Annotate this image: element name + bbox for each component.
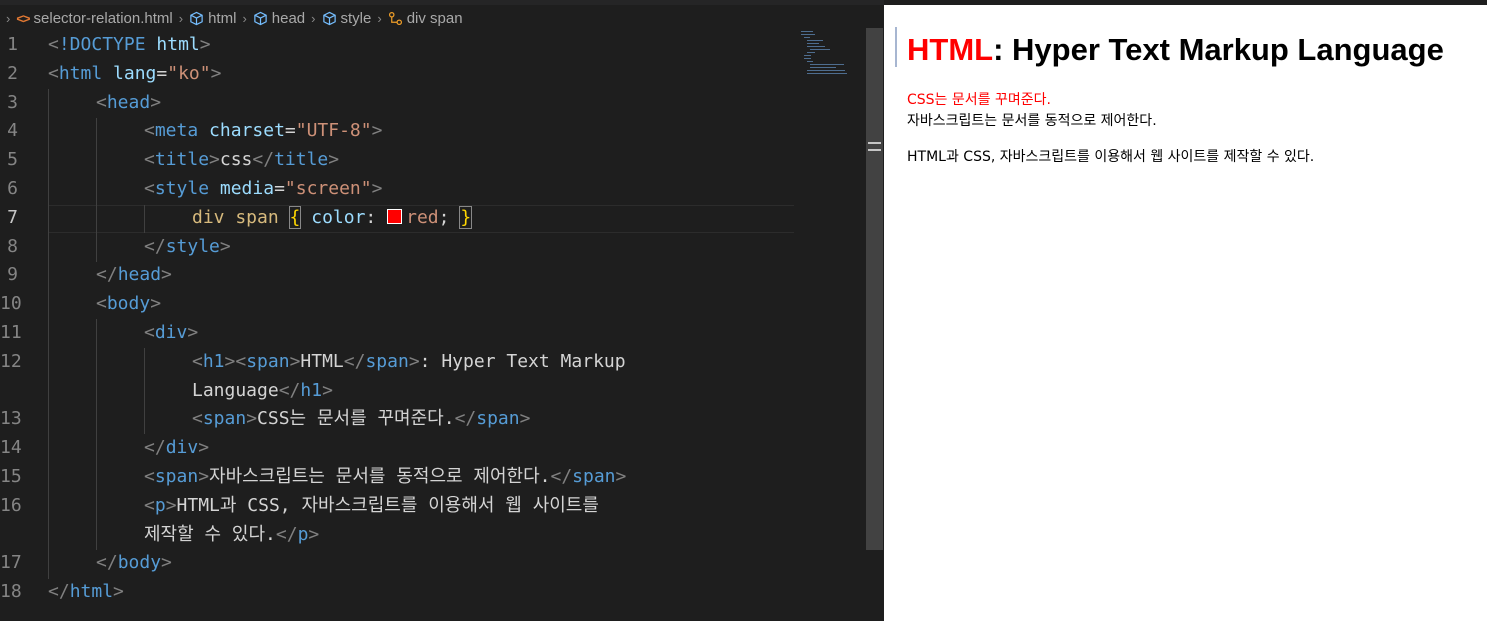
preview-focus-indicator — [895, 27, 897, 67]
code-line: <body> — [96, 293, 162, 314]
preview-css-line: CSS는 문서를 꾸며준다. — [907, 92, 1051, 108]
breadcrumb-item-label: head — [271, 9, 306, 27]
code-line: </style> — [144, 236, 231, 257]
html-file-icon: <> — [16, 10, 30, 26]
live-preview-pane[interactable]: HTML: Hyper Text Markup Language CSS는 문서… — [884, 0, 1487, 621]
code-line-wrapped: Language</h1> — [192, 380, 333, 401]
element-cube-icon — [254, 11, 267, 25]
line-number: 12 — [0, 351, 22, 372]
chevron-right-icon: › — [377, 10, 382, 26]
indent-guide — [96, 118, 97, 262]
code-line-active: div span { color: red; } — [192, 206, 473, 229]
code-line: <!DOCTYPE html> — [48, 34, 211, 55]
minimap-line — [804, 58, 811, 59]
code-line: <html lang="ko"> — [48, 63, 222, 84]
minimap[interactable] — [798, 28, 866, 78]
minimap-line — [810, 64, 844, 65]
color-swatch-icon[interactable] — [387, 209, 403, 224]
code-line: <span>CSS는 문서를 꾸며준다.</span> — [192, 408, 531, 429]
indent-guide — [96, 319, 97, 550]
line-number: 2 — [7, 63, 18, 84]
vertical-scrollbar[interactable] — [866, 28, 883, 550]
minimap-line — [807, 73, 847, 74]
minimap-line — [810, 49, 830, 50]
code-line: <style media="screen"> — [144, 178, 383, 199]
breadcrumb-item-head[interactable]: head — [253, 10, 305, 27]
preview-js-line: 자바스크립트는 문서를 동적으로 제어한다. — [907, 113, 1157, 129]
preview-heading-span: HTML — [907, 32, 994, 67]
code-line: <title>css</title> — [144, 149, 340, 170]
chevron-right-icon: › — [6, 10, 11, 26]
code-line: <span>자바스크립트는 문서를 동적으로 제어한다.</span> — [144, 466, 627, 487]
line-number: 3 — [7, 92, 18, 113]
breadcrumb-file[interactable]: <> selector-relation.html — [16, 10, 172, 27]
code-line: </div> — [144, 437, 210, 458]
editor-tab-strip — [0, 0, 884, 5]
chevron-right-icon: › — [311, 10, 316, 26]
line-number: 15 — [0, 466, 22, 487]
preview-heading: HTML: Hyper Text Markup Language — [907, 30, 1444, 70]
minimap-line — [810, 67, 836, 68]
indent-guide — [48, 89, 49, 579]
indent-guide — [144, 348, 145, 434]
code-line: <p>HTML과 CSS, 자바스크립트를 이용해서 웹 사이트를 — [144, 495, 599, 516]
minimap-line — [801, 34, 815, 35]
line-number: 16 — [0, 495, 22, 516]
breadcrumb-item-selector[interactable]: div span — [388, 10, 463, 27]
line-number: 6 — [7, 178, 18, 199]
line-number: 10 — [0, 293, 22, 314]
line-number: 11 — [0, 322, 22, 343]
code-editor[interactable]: › <> selector-relation.html › html › hea… — [0, 0, 884, 621]
code-line: </head> — [96, 264, 172, 285]
code-line-wrapped: 제작할 수 있다.</p> — [144, 524, 320, 545]
scrollbar-track[interactable] — [866, 550, 883, 621]
line-number: 8 — [7, 236, 18, 257]
line-number: 18 — [0, 581, 22, 602]
breadcrumb-item-style[interactable]: style — [322, 9, 372, 27]
minimap-line — [804, 55, 811, 56]
code-line: </html> — [48, 581, 124, 602]
minimap-line — [807, 61, 813, 62]
preview-heading-rest: : Hyper Text Markup Language — [993, 32, 1444, 67]
code-line: <div> — [144, 322, 199, 343]
breadcrumb-item-label: div span — [406, 9, 463, 27]
breadcrumb-file-label: selector-relation.html — [33, 9, 173, 27]
code-line: <h1><span>HTML</span>: Hyper Text Markup — [192, 351, 626, 372]
chevron-right-icon: › — [178, 10, 184, 26]
line-number: 5 — [7, 149, 18, 170]
indent-guide — [144, 205, 145, 233]
minimap-line — [807, 46, 825, 47]
element-cube-icon — [322, 11, 336, 25]
preview-top-strip — [884, 0, 1487, 5]
line-number: 1 — [7, 34, 18, 55]
minimap-line — [804, 37, 810, 38]
element-cube-icon — [190, 11, 203, 25]
code-line: <head> — [96, 92, 162, 113]
line-number: 14 — [0, 437, 22, 458]
line-number: 9 — [7, 264, 18, 285]
css-rule-icon — [388, 11, 402, 25]
chevron-right-icon: › — [242, 10, 247, 26]
breadcrumb-item-label: html — [208, 9, 237, 27]
line-number: 4 — [7, 120, 18, 141]
preview-paragraph: HTML과 CSS, 자바스크립트를 이용해서 웹 사이트를 제작할 수 있다. — [907, 149, 1315, 165]
breadcrumb: › <> selector-relation.html › html › hea… — [0, 7, 463, 29]
breadcrumb-item-html[interactable]: html — [189, 10, 236, 27]
line-number-active: 7 — [7, 207, 18, 228]
code-line: <meta charset="UTF-8"> — [144, 120, 383, 141]
minimap-line — [807, 52, 815, 53]
cursor-position-marker — [868, 142, 881, 151]
minimap-line — [807, 43, 819, 44]
breadcrumb-item-label: style — [340, 9, 372, 27]
minimap-line — [807, 40, 823, 41]
minimap-line — [807, 70, 845, 71]
line-number: 13 — [0, 408, 22, 429]
minimap-line — [801, 31, 813, 32]
code-line: </body> — [96, 552, 172, 573]
line-number: 17 — [0, 552, 22, 573]
